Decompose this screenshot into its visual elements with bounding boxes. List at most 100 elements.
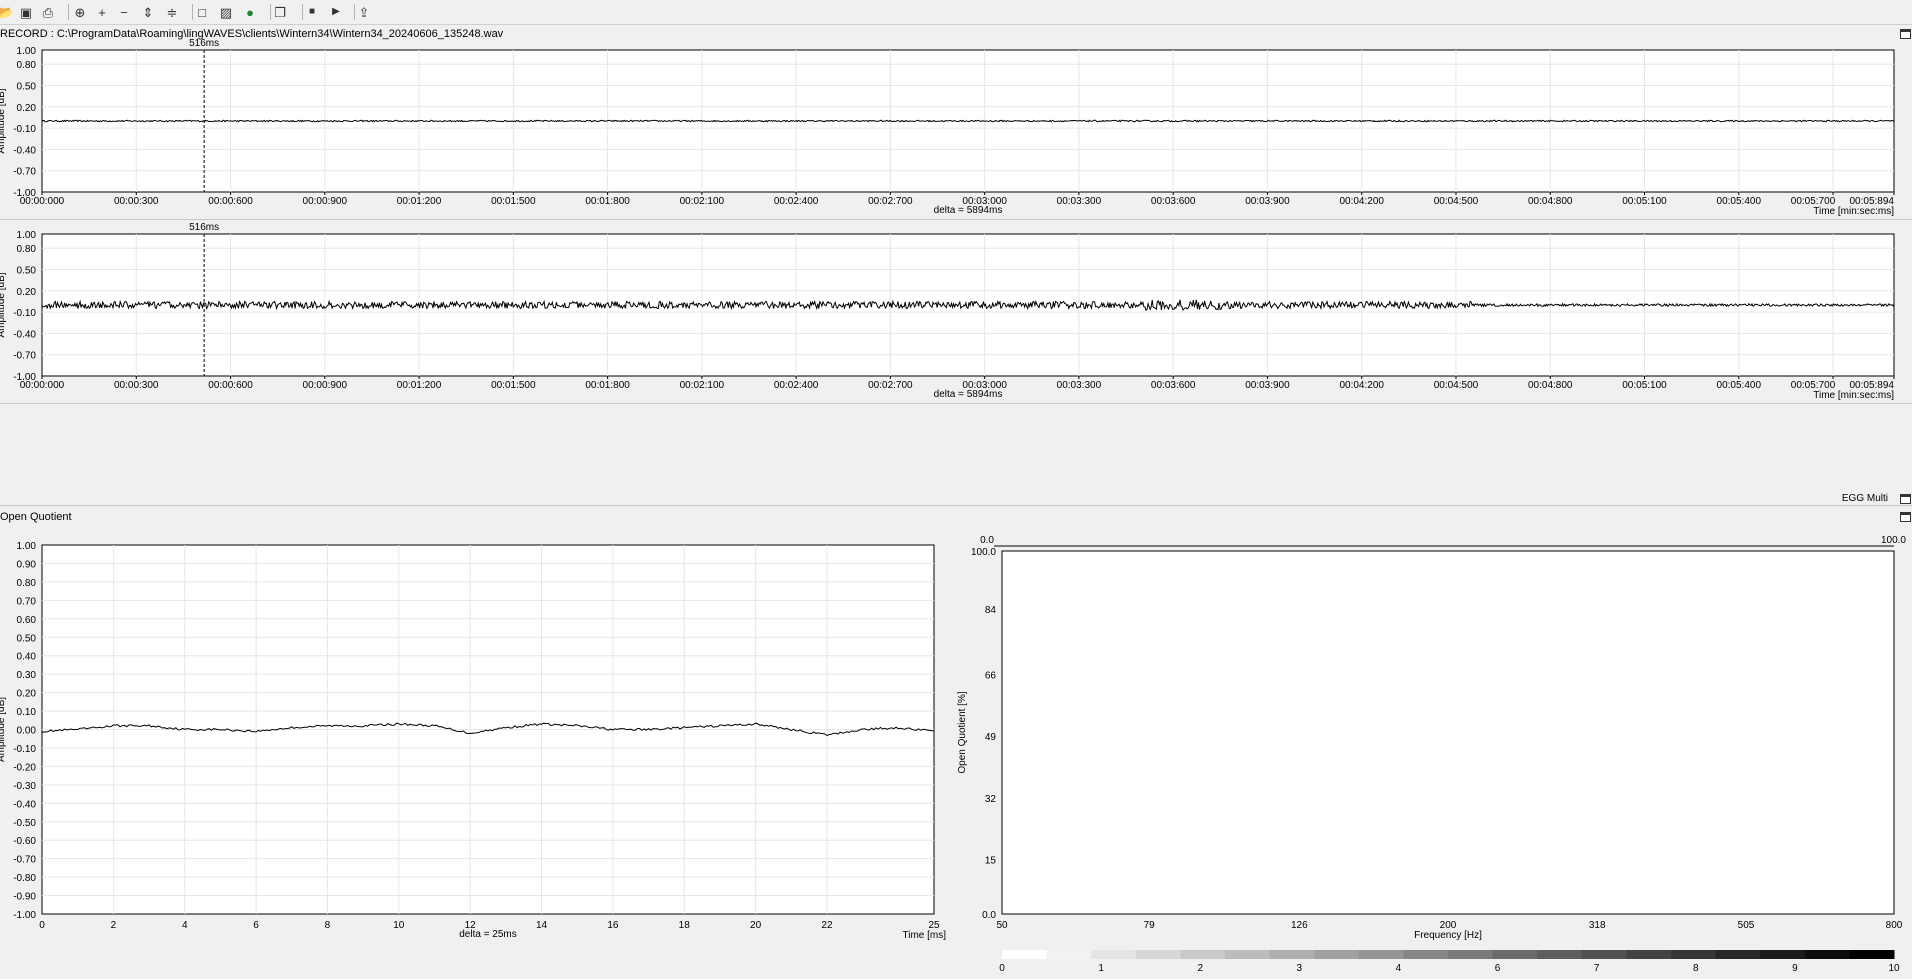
x-tick-label: 00:03:600 (1151, 380, 1196, 391)
panel-divider (0, 219, 1912, 220)
y-tick-label: 0.80 (17, 578, 37, 589)
zoom-in-icon[interactable]: + (93, 3, 111, 21)
y-tick-label: -1.00 (13, 372, 36, 383)
y-tick-label: 1.00 (17, 541, 37, 552)
y-tick-label: 15 (985, 856, 997, 867)
open-quotient-panel-title: Open Quotient (0, 511, 72, 523)
export-icon[interactable]: ⇪ (355, 3, 373, 21)
x-tick-label: 14 (536, 920, 548, 931)
x-axis-label: Time [min:sec:ms] (1813, 390, 1894, 401)
save-icon[interactable]: ▣ (17, 3, 35, 21)
x-tick-label: 00:02:100 (680, 196, 725, 207)
toolbar: 📂 ▣ ⎙ ⊕ + − ⇕ ≑ □ ▨ ● ❐ ■ ▶ ⇪ (0, 0, 1912, 25)
x-tick-label: 22 (821, 920, 833, 931)
colorbar-segment (1804, 950, 1850, 959)
y-tick-label: 0.20 (17, 103, 37, 114)
x-tick-label: 00:03:900 (1245, 380, 1290, 391)
colorbar-tick-label: 0 (999, 963, 1005, 974)
toolbar-separator (302, 4, 303, 20)
y-tick-label: -0.40 (13, 329, 36, 340)
x-tick-label: 00:05:100 (1622, 380, 1667, 391)
colorbar-tick-label: 1 (1098, 963, 1104, 974)
open-icon[interactable]: 📂 (0, 3, 15, 21)
colorbar-segment (1314, 950, 1360, 959)
y-tick-label: 0.80 (17, 60, 37, 71)
y-tick-label: 0.10 (17, 707, 37, 718)
y-tick-label: 0.80 (17, 244, 37, 255)
delta-label: delta = 5894ms (934, 205, 1003, 216)
x-tick-label: 00:01:200 (397, 380, 442, 391)
y-tick-label: 0.30 (17, 670, 37, 681)
y-tick-label: -1.00 (13, 910, 36, 921)
x-tick-label: 00:04:500 (1434, 196, 1479, 207)
x-tick-label: 00:01:800 (585, 196, 630, 207)
panel-divider (0, 505, 1912, 506)
x-axis-label: Frequency [Hz] (1414, 930, 1482, 941)
x-tick-label: 00:02:700 (868, 196, 913, 207)
colorbar-tick-label: 7 (1594, 963, 1600, 974)
egg-cycle-chart: 0 2 4 6 8 10 12 14 16 18 20 22 251.000.900.800.700.6… (0, 541, 946, 941)
waveform-channel-1-chart: 00:00:000 00:00:300 00:00:600 00:00:900 00:0… (0, 38, 1895, 217)
x-tick-label: 16 (607, 920, 619, 931)
copy-icon[interactable]: ❐ (271, 3, 289, 21)
y-tick-label: 1.00 (17, 230, 37, 241)
stop-icon[interactable]: ■ (303, 3, 321, 21)
record-icon[interactable]: ● (241, 3, 259, 21)
open-quotient-chart: 0.0 100.0100.084664932150.050 79 126 200 318 5… (957, 535, 1906, 974)
x-tick-label: 18 (679, 920, 691, 931)
y-tick-label: -0.10 (13, 308, 36, 319)
x-tick-label: 50 (996, 920, 1008, 931)
colorbar-tick-label: 8 (1693, 963, 1699, 974)
colorbar-segment (1403, 950, 1449, 959)
colorbar-segment (1448, 950, 1494, 959)
colorbar-tick-label: 4 (1396, 963, 1402, 974)
x-tick-label: 00:01:800 (585, 380, 630, 391)
y-tick-label: 0.20 (17, 689, 37, 700)
x-tick-label: 00:04:200 (1339, 380, 1384, 391)
y-tick-label: -0.10 (13, 744, 36, 755)
zoom-out-icon[interactable]: − (115, 3, 133, 21)
y-tick-label: 32 (985, 794, 997, 805)
play-icon[interactable]: ▶ (327, 3, 345, 21)
x-tick-label: 0 (39, 920, 45, 931)
y-tick-label: 0.50 (17, 266, 37, 277)
select-all-icon[interactable]: □ (193, 3, 211, 21)
y-tick-label: -0.70 (13, 855, 36, 866)
x-tick-label: 00:05:400 (1717, 380, 1762, 391)
zoom-fit-icon[interactable]: ⊕ (71, 3, 89, 21)
y-tick-label: -0.50 (13, 818, 36, 829)
x-tick-label: 00:02:400 (774, 380, 819, 391)
compress-vertical-icon[interactable]: ≑ (163, 3, 181, 21)
panel-divider (0, 403, 1912, 404)
y-tick-label: -0.20 (13, 762, 36, 773)
time-marker-label: 516ms (189, 222, 219, 233)
plot-area (1001, 550, 1895, 915)
x-tick-label: 4 (182, 920, 188, 931)
y-tick-label: -0.70 (13, 351, 36, 362)
y-tick-label: 0.90 (17, 559, 37, 570)
colorbar-segment (1849, 950, 1895, 959)
y-axis-label: Amplitude [dB] (0, 697, 7, 762)
print-icon[interactable]: ⎙ (39, 3, 57, 21)
y-axis-label: Amplitude [dB] (0, 88, 7, 153)
x-tick-label: 00:00:300 (114, 380, 159, 391)
x-tick-label: 00:00:300 (114, 196, 159, 207)
y-tick-label: 100.0 (971, 547, 996, 558)
x-tick-label: 10 (393, 920, 405, 931)
colorbar-segment (1581, 950, 1627, 959)
open-quotient-maximize-button[interactable] (1900, 512, 1911, 522)
y-tick-label: 0.60 (17, 615, 37, 626)
toolbar-separator (68, 4, 69, 20)
y-tick-label: -0.40 (13, 799, 36, 810)
egg-multi-maximize-button[interactable] (1900, 494, 1911, 504)
x-tick-label: 505 (1738, 920, 1755, 931)
colorbar-segment (1135, 950, 1181, 959)
selection-icon[interactable]: ▨ (217, 3, 235, 21)
x-tick-label: 00:00:900 (303, 380, 348, 391)
y-tick-label: -0.10 (13, 124, 36, 135)
range-max-label: 100.0 (1881, 535, 1906, 546)
time-marker-label: 516ms (189, 38, 219, 49)
expand-vertical-icon[interactable]: ⇕ (139, 3, 157, 21)
x-tick-label: 00:01:500 (491, 196, 536, 207)
y-tick-label: -0.80 (13, 873, 36, 884)
